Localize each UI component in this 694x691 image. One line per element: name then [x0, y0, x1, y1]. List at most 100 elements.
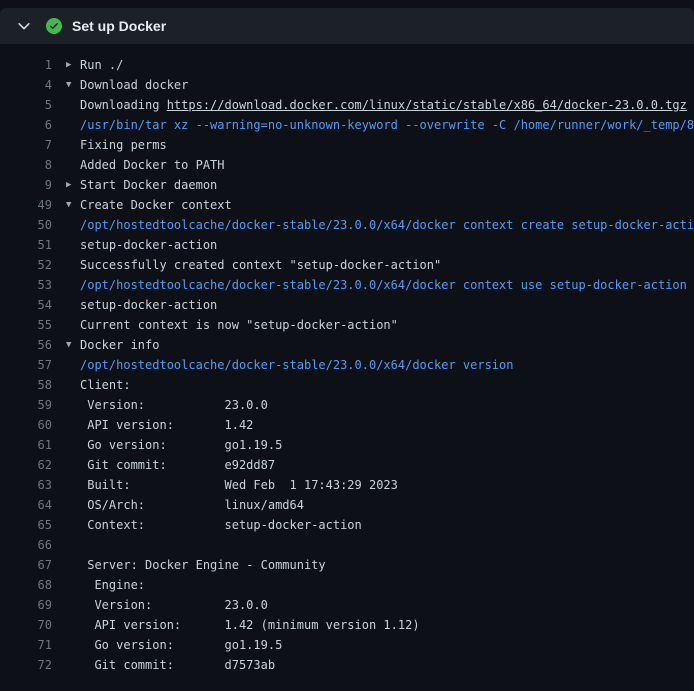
log-line: 65 Context: setup-docker-action	[0, 515, 694, 535]
line-number[interactable]: 49	[0, 195, 52, 215]
arrow-spacer	[66, 475, 80, 495]
arrow-spacer	[66, 155, 80, 175]
log-group-row[interactable]: 9 ▶Start Docker daemon	[0, 175, 694, 195]
line-number[interactable]: 9	[0, 175, 52, 195]
arrow-spacer	[66, 115, 80, 135]
line-number[interactable]: 62	[0, 455, 52, 475]
log-text: Downloading	[80, 98, 167, 112]
step-title: Set up Docker	[72, 18, 166, 34]
log-text: Git commit: e92dd87	[80, 455, 694, 475]
log-group-row[interactable]: 1 ▶Run ./	[0, 55, 694, 75]
step-header[interactable]: Set up Docker	[0, 8, 694, 44]
log-text: Version: 23.0.0	[80, 395, 694, 415]
log-text: setup-docker-action	[80, 295, 694, 315]
log-text: Built: Wed Feb 1 17:43:29 2023	[80, 475, 694, 495]
arrow-spacer	[66, 555, 80, 575]
log-line: 68 Engine:	[0, 575, 694, 595]
log-text	[80, 535, 694, 555]
line-number[interactable]: 8	[0, 155, 52, 175]
line-number[interactable]: 68	[0, 575, 52, 595]
log-line: 57/opt/hostedtoolcache/docker-stable/23.…	[0, 355, 694, 375]
line-number[interactable]: 50	[0, 215, 52, 235]
arrow-spacer	[66, 275, 80, 295]
log-text: Added Docker to PATH	[80, 155, 694, 175]
log-text: Create Docker context	[80, 195, 694, 215]
log-line: 53/opt/hostedtoolcache/docker-stable/23.…	[0, 275, 694, 295]
line-number[interactable]: 4	[0, 75, 52, 95]
log-line: 63 Built: Wed Feb 1 17:43:29 2023	[0, 475, 694, 495]
line-number[interactable]: 51	[0, 235, 52, 255]
triangle-right-icon[interactable]: ▶	[66, 175, 80, 195]
log-text: Start Docker daemon	[80, 175, 694, 195]
line-number[interactable]: 5	[0, 95, 52, 115]
log-line: 52 Successfully created context "setup-do…	[0, 255, 694, 275]
line-number[interactable]: 64	[0, 495, 52, 515]
log-line: 6/usr/bin/tar xz --warning=no-unknown-ke…	[0, 115, 694, 135]
log-url-link[interactable]: https://download.docker.com/linux/static…	[167, 98, 687, 112]
log-text: Version: 23.0.0	[80, 595, 694, 615]
triangle-right-icon[interactable]: ▶	[66, 55, 80, 75]
line-number[interactable]: 72	[0, 655, 52, 675]
log-text: Server: Docker Engine - Community	[80, 555, 694, 575]
arrow-spacer	[66, 535, 80, 555]
line-number[interactable]: 1	[0, 55, 52, 75]
arrow-spacer	[66, 595, 80, 615]
line-number[interactable]: 69	[0, 595, 52, 615]
log-command-text: /usr/bin/tar xz --warning=no-unknown-key…	[80, 115, 694, 135]
arrow-spacer	[66, 515, 80, 535]
triangle-down-icon[interactable]: ▼	[66, 75, 80, 95]
check-circle-icon	[46, 18, 62, 34]
line-number[interactable]: 71	[0, 635, 52, 655]
arrow-spacer	[66, 295, 80, 315]
line-number[interactable]: 54	[0, 295, 52, 315]
arrow-spacer	[66, 95, 80, 115]
log-line: 58Client:	[0, 375, 694, 395]
line-number[interactable]: 57	[0, 355, 52, 375]
log-line: 62 Git commit: e92dd87	[0, 455, 694, 475]
chevron-down-icon[interactable]	[16, 18, 32, 34]
arrow-spacer	[66, 395, 80, 415]
triangle-down-icon[interactable]: ▼	[66, 195, 80, 215]
line-number[interactable]: 67	[0, 555, 52, 575]
log-line: 8 Added Docker to PATH	[0, 155, 694, 175]
log-group-row[interactable]: 56▼Docker info	[0, 335, 694, 355]
log-text: Run ./	[80, 55, 694, 75]
log-text: OS/Arch: linux/amd64	[80, 495, 694, 515]
arrow-spacer	[66, 215, 80, 235]
arrow-spacer	[66, 355, 80, 375]
log-line: 67 Server: Docker Engine - Community	[0, 555, 694, 575]
line-number[interactable]: 70	[0, 615, 52, 635]
log-line: 64 OS/Arch: linux/amd64	[0, 495, 694, 515]
log-text: Download docker	[80, 75, 694, 95]
log-text: Go version: go1.19.5	[80, 635, 694, 655]
log-line: 54 setup-docker-action	[0, 295, 694, 315]
log-text: Downloading https://download.docker.com/…	[80, 95, 694, 115]
line-number[interactable]: 58	[0, 375, 52, 395]
log-group-row[interactable]: 4 ▼Download docker	[0, 75, 694, 95]
log-text: API version: 1.42	[80, 415, 694, 435]
line-number[interactable]: 65	[0, 515, 52, 535]
line-number[interactable]: 63	[0, 475, 52, 495]
arrow-spacer	[66, 655, 80, 675]
arrow-spacer	[66, 235, 80, 255]
line-number[interactable]: 7	[0, 135, 52, 155]
triangle-down-icon[interactable]: ▼	[66, 335, 80, 355]
line-number[interactable]: 6	[0, 115, 52, 135]
log-group-row[interactable]: 49 ▼Create Docker context	[0, 195, 694, 215]
arrow-spacer	[66, 575, 80, 595]
line-number[interactable]: 59	[0, 395, 52, 415]
line-number[interactable]: 60	[0, 415, 52, 435]
line-number[interactable]: 53	[0, 275, 52, 295]
log-line: 55Current context is now "setup-docker-a…	[0, 315, 694, 335]
line-number[interactable]: 52	[0, 255, 52, 275]
line-number[interactable]: 66	[0, 535, 52, 555]
log-container: 1▶Run ./4▼Download docker5Downloading ht…	[0, 44, 694, 675]
log-text: Context: setup-docker-action	[80, 515, 694, 535]
log-text: Successfully created context "setup-dock…	[80, 255, 694, 275]
line-number[interactable]: 56	[0, 335, 52, 355]
line-number[interactable]: 61	[0, 435, 52, 455]
arrow-spacer	[66, 415, 80, 435]
arrow-spacer	[66, 635, 80, 655]
arrow-spacer	[66, 315, 80, 335]
line-number[interactable]: 55	[0, 315, 52, 335]
